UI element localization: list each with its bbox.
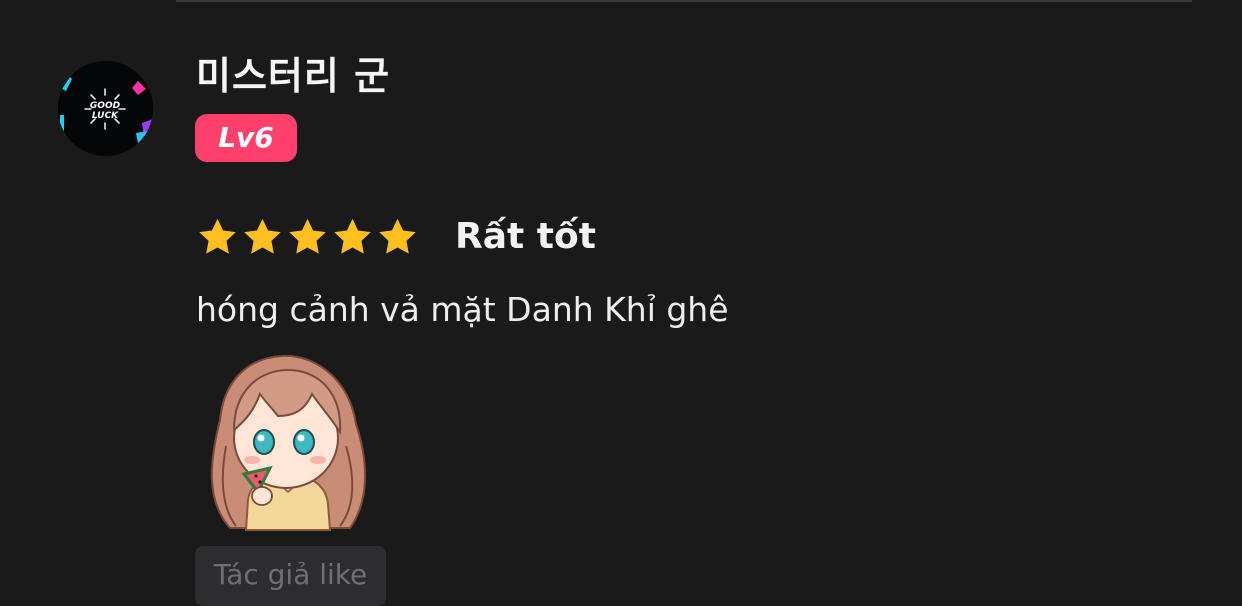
good-luck-avatar-icon: GOOD LUCK	[58, 61, 153, 156]
star-icon	[289, 218, 326, 254]
author-like-chip[interactable]: Tác giả like	[195, 546, 386, 606]
rating-label: Rất tốt	[455, 216, 596, 257]
star-icon	[379, 218, 416, 254]
user-avatar[interactable]: GOOD LUCK	[58, 61, 153, 156]
top-divider	[176, 0, 1192, 2]
avatar-text-top: GOOD	[90, 101, 121, 111]
star-icon	[244, 218, 281, 254]
sticker-image	[200, 350, 370, 532]
username[interactable]: 미스터리 군	[196, 53, 390, 99]
chibi-girl-sticker-icon	[210, 354, 367, 531]
review-text: hóng cảnh vả mặt Danh Khỉ ghê	[196, 290, 729, 329]
star-rating	[196, 216, 419, 259]
level-badge: Lv6	[195, 114, 297, 162]
avatar-text-bottom: LUCK	[92, 111, 119, 121]
star-icon	[334, 218, 371, 254]
rating-row: Rất tốt	[196, 213, 596, 261]
star-icon	[199, 218, 236, 254]
